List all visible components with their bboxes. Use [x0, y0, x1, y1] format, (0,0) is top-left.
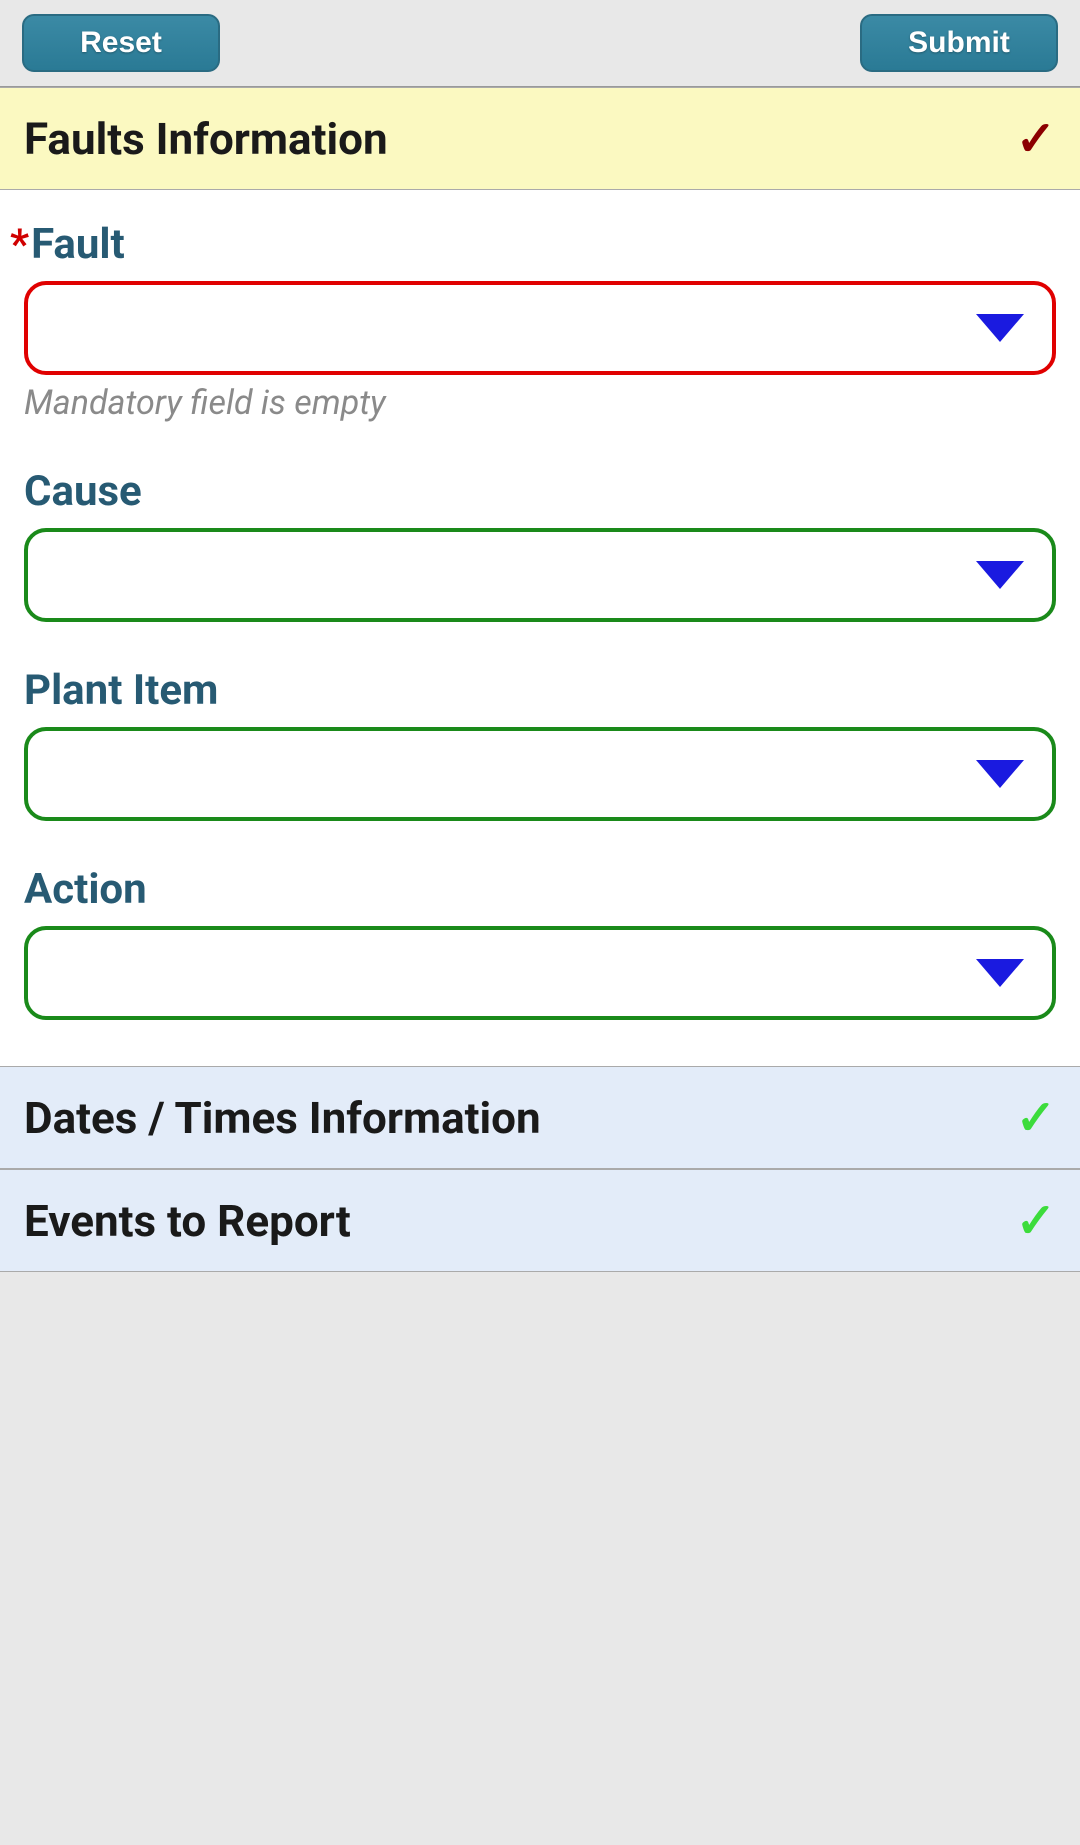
- label-text-cause: Cause: [24, 467, 142, 516]
- action-dropdown[interactable]: [24, 926, 1056, 1020]
- field-group-plant-item: Plant Item: [24, 666, 1056, 821]
- toolbar: Reset Submit: [0, 0, 1080, 87]
- field-label-cause: Cause: [24, 467, 1056, 516]
- field-group-action: Action: [24, 865, 1056, 1020]
- chevron-down-icon: [976, 561, 1024, 589]
- field-label-fault: * Fault: [24, 220, 1056, 269]
- section-header-faults[interactable]: Faults Information ✓: [0, 87, 1080, 190]
- error-message-fault: Mandatory field is empty: [24, 383, 1056, 423]
- section-title-faults: Faults Information: [24, 113, 388, 165]
- label-text-plant-item: Plant Item: [24, 666, 218, 715]
- checkmark-icon: ✓: [1016, 110, 1056, 167]
- plant-item-dropdown[interactable]: [24, 727, 1056, 821]
- label-text-fault: Fault: [31, 220, 125, 269]
- chevron-down-icon: [976, 760, 1024, 788]
- section-header-dates[interactable]: Dates / Times Information ✓: [0, 1066, 1080, 1169]
- section-header-events[interactable]: Events to Report ✓: [0, 1169, 1080, 1272]
- cause-dropdown[interactable]: [24, 528, 1056, 622]
- required-star-icon: *: [10, 220, 29, 269]
- field-group-fault: * Fault Mandatory field is empty: [24, 220, 1056, 423]
- chevron-down-icon: [976, 314, 1024, 342]
- form-faults: * Fault Mandatory field is empty Cause P…: [0, 190, 1080, 1066]
- section-title-events: Events to Report: [24, 1195, 351, 1247]
- field-group-cause: Cause: [24, 467, 1056, 622]
- reset-button[interactable]: Reset: [22, 14, 220, 72]
- field-label-action: Action: [24, 865, 1056, 914]
- label-text-action: Action: [24, 865, 147, 914]
- checkmark-icon: ✓: [1016, 1192, 1056, 1249]
- section-title-dates: Dates / Times Information: [24, 1092, 541, 1144]
- chevron-down-icon: [976, 959, 1024, 987]
- field-label-plant-item: Plant Item: [24, 666, 1056, 715]
- fault-dropdown[interactable]: [24, 281, 1056, 375]
- submit-button[interactable]: Submit: [860, 14, 1058, 72]
- checkmark-icon: ✓: [1016, 1089, 1056, 1146]
